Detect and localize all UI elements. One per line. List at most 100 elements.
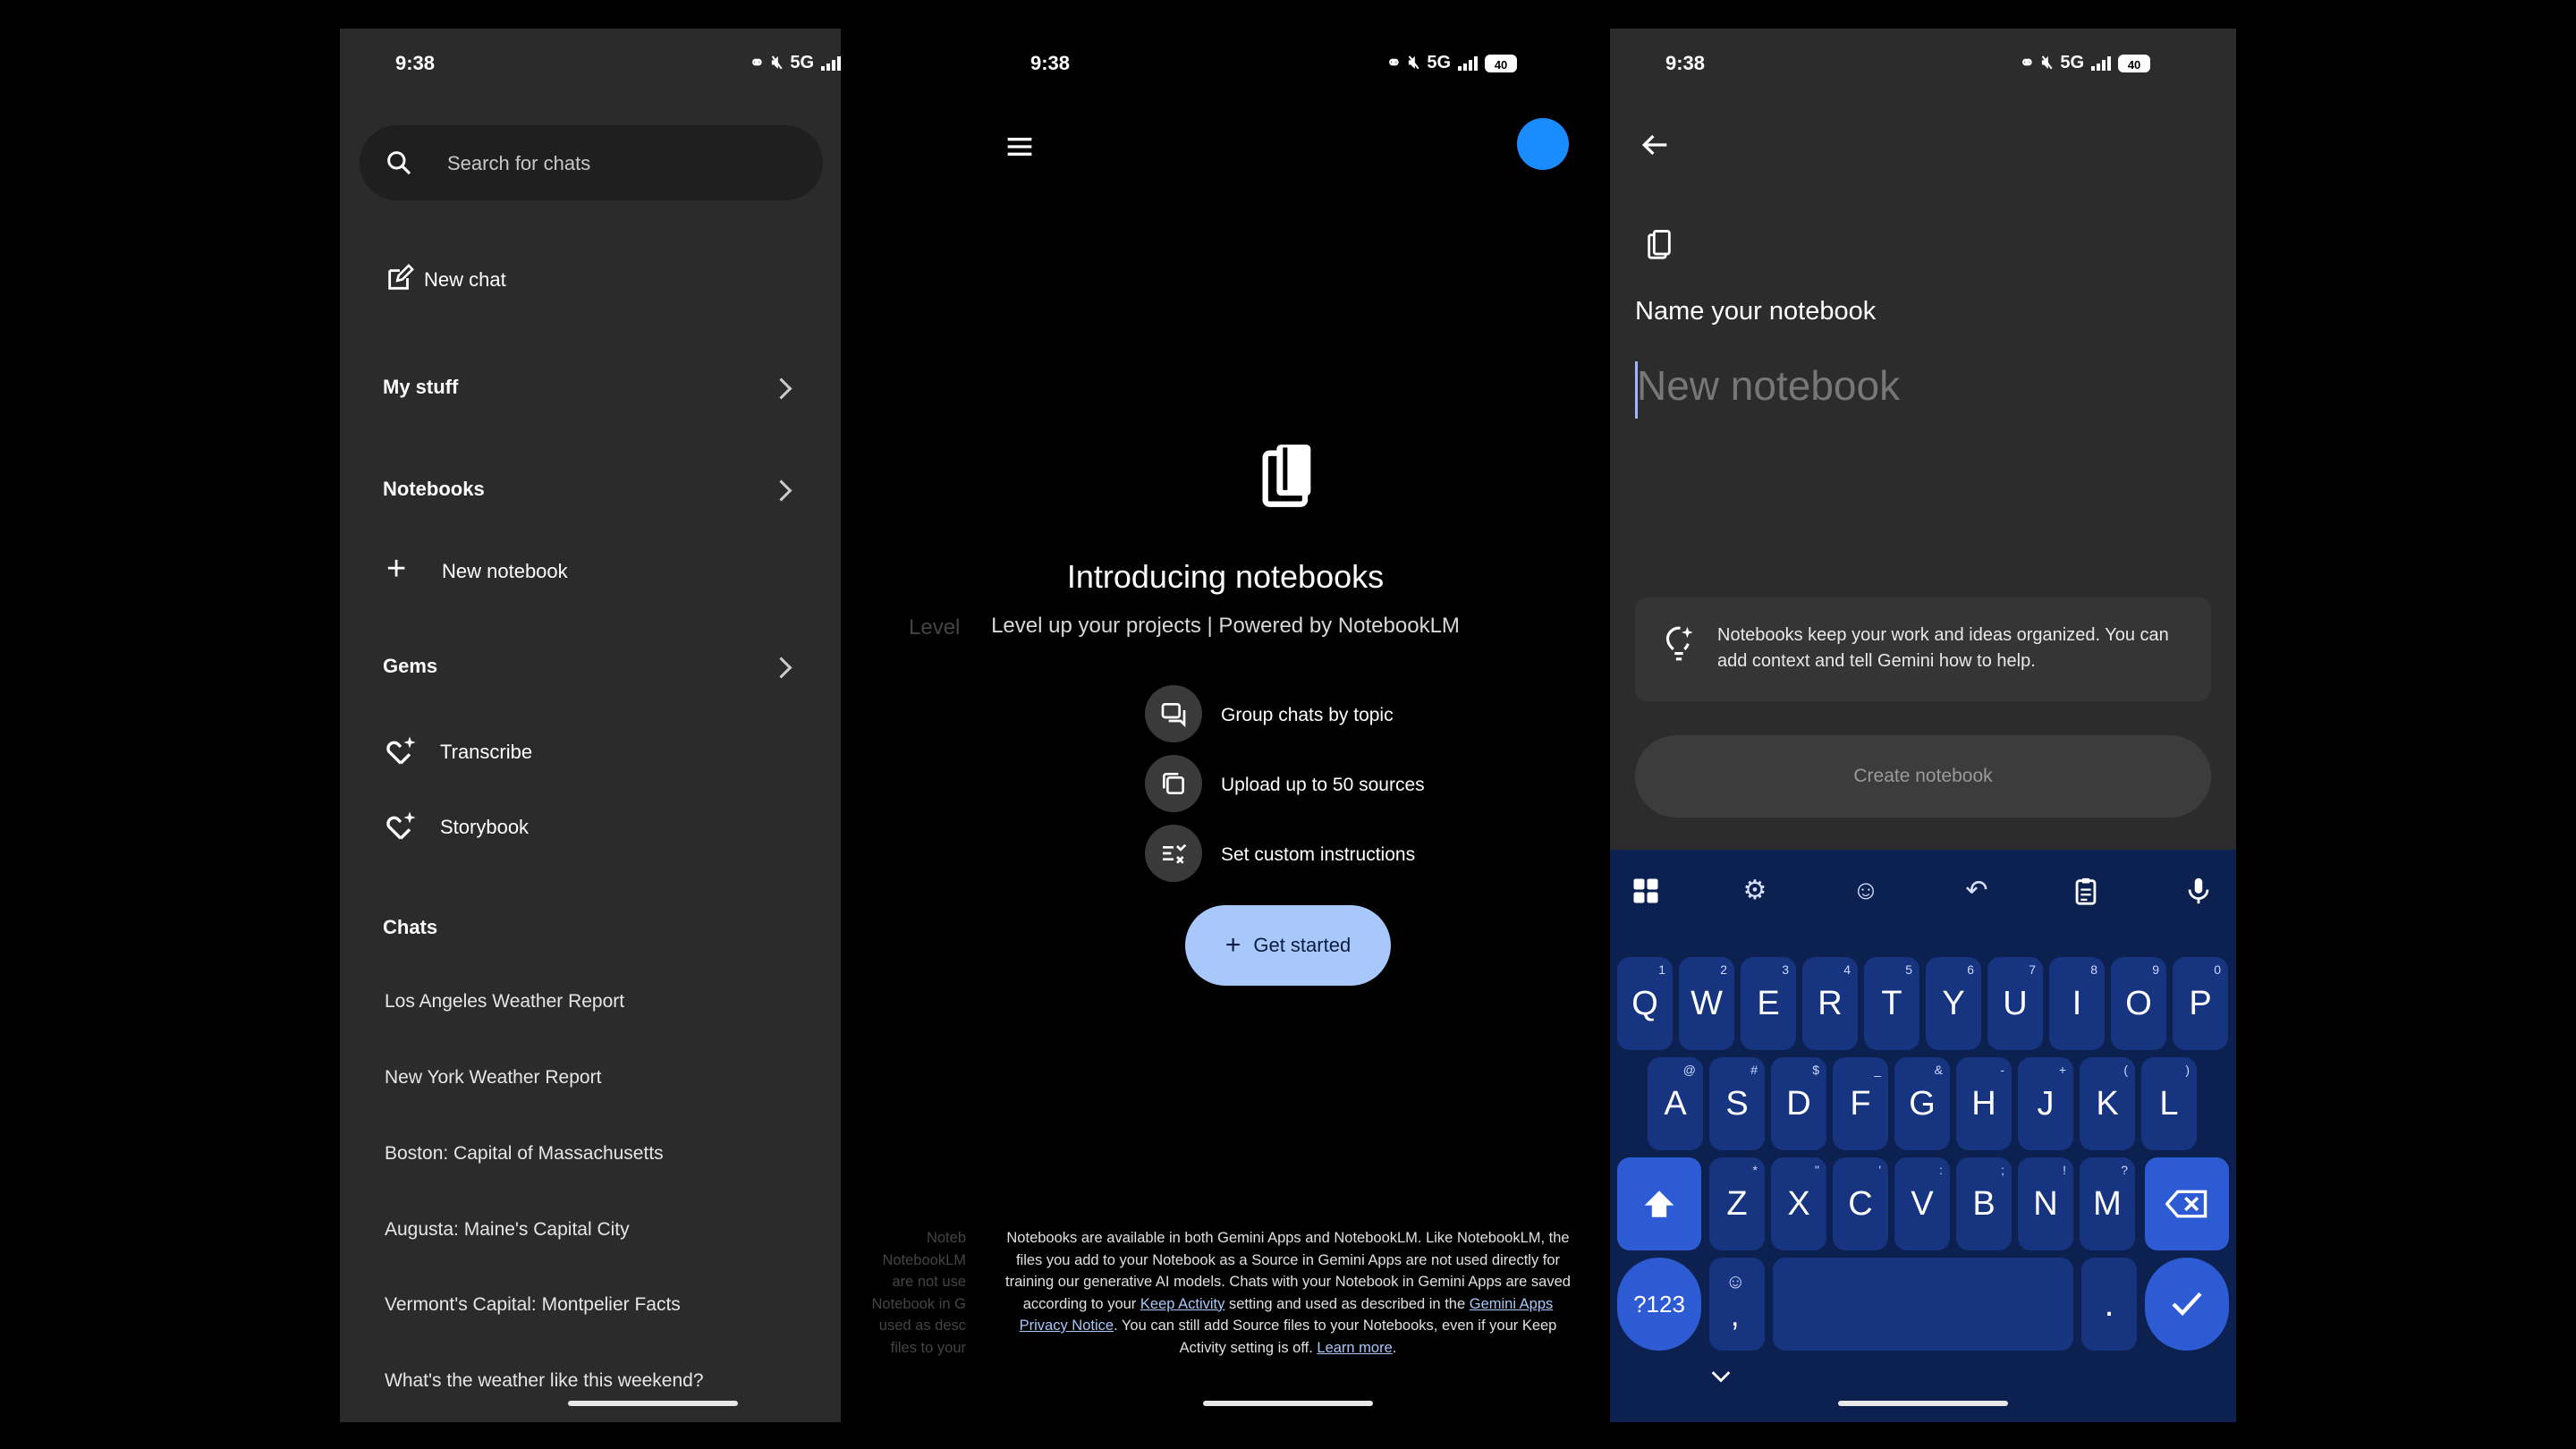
new-chat-label: New chat [424,268,506,291]
legal-notice: Notebooks are available in both Gemini A… [1005,1230,1571,1356]
key-i[interactable]: I8 [2049,957,2105,1050]
my-stuff-row[interactable]: My stuff [367,360,841,413]
signal-icon [2091,55,2112,71]
chat-list-item[interactable]: What's the weather like this weekend? [385,1370,704,1392]
key-m[interactable]: M? [2080,1157,2135,1250]
create-notebook-button[interactable]: Create notebook [1635,735,2211,818]
chat-list-item[interactable]: Boston: Capital of Massachusetts [385,1143,664,1165]
comma-key[interactable]: ☺ , [1709,1258,1765,1351]
gem-item-storybook[interactable]: Storybook [367,801,814,852]
key-u[interactable]: U7 [1987,957,2043,1050]
mute-icon: 🔇︎ [1408,53,1420,72]
name-notebook-screen: 9:38 ⚭ 🔇︎ 5G 40 Name your notebook New n… [1610,29,2236,1422]
gems-row[interactable]: Gems [367,639,841,692]
status-time: 9:38 [395,52,436,74]
key-c[interactable]: C ' [1833,1157,1888,1250]
key-p[interactable]: P0 [2173,957,2228,1050]
key-n[interactable]: N! [2018,1157,2073,1250]
chat-list-item[interactable]: Augusta: Maine's Capital City [385,1219,630,1241]
new-chat-button[interactable]: New chat [367,254,814,304]
chat-list-item[interactable]: Vermont's Capital: Montpelier Facts [385,1294,681,1316]
notebooks-row[interactable]: Notebooks [367,462,841,515]
notebook-name-input[interactable]: New notebook [1635,356,2207,428]
hamburger-icon [1007,138,1032,156]
upload-sources-icon [1145,755,1202,812]
get-started-button[interactable]: + Get started [1185,905,1391,986]
network-label: 5G [790,53,815,72]
key-t[interactable]: T5 [1864,957,1919,1050]
search-input[interactable]: Search for chats [360,125,823,200]
period-key[interactable]: . [2081,1258,2137,1351]
key-x[interactable]: X " [1771,1157,1826,1250]
enter-key[interactable] [2145,1258,2229,1351]
new-notebook-button[interactable]: + New notebook [367,546,814,596]
gem-heart-icon [386,736,416,765]
my-stuff-label: My stuff [383,376,459,398]
feature-label: Set custom instructions [1221,844,1416,865]
emoji-small-icon: ☺ [1725,1270,1746,1292]
menu-button[interactable] [1002,129,1038,165]
page-subtitle: Level up your projects | Powered by Note… [991,614,1460,638]
microphone-icon[interactable] [2182,875,2215,907]
search-icon [387,151,411,175]
key-a[interactable]: A @ [1648,1057,1703,1150]
info-text: Notebooks keep your work and ideas organ… [1717,625,2169,671]
emoji-icon[interactable]: ☺ [1850,875,1882,907]
key-l[interactable]: L) [2141,1057,2197,1150]
new-notebook-label: New notebook [442,560,568,582]
check-icon [2172,1292,2202,1317]
avatar[interactable] [1517,118,1569,170]
undo-icon[interactable]: ↶ [1961,875,1993,907]
gem-item-label: Transcribe [440,741,533,763]
edit-icon [388,264,414,290]
key-r[interactable]: R4 [1802,957,1858,1050]
page-title: Name your notebook [1635,297,1877,326]
battery-icon: 40 [2118,54,2151,72]
link-icon: ⚭ [1386,54,1402,73]
arrow-left-icon [1641,134,1667,156]
symbols-key[interactable]: ?123 [1617,1258,1701,1351]
key-o[interactable]: O9 [2111,957,2166,1050]
key-z[interactable]: Z * [1709,1157,1765,1250]
group-chats-icon [1145,685,1202,742]
back-button[interactable] [1637,127,1673,163]
clipboard-icon[interactable] [2070,875,2102,907]
chat-list-item[interactable]: Los Angeles Weather Report [385,991,624,1013]
learn-more-link[interactable]: Learn more [1317,1340,1392,1356]
battery-icon: 40 [1485,54,1518,72]
notebook-name-placeholder: New notebook [1637,362,1901,409]
notebooks-label: Notebooks [383,478,485,500]
shift-key[interactable] [1617,1157,1701,1250]
get-started-label: Get started [1253,934,1352,956]
key-q[interactable]: Q1 [1617,957,1673,1050]
backspace-key[interactable] [2145,1157,2229,1250]
gem-item-label: Storybook [440,816,530,838]
gem-item-transcribe[interactable]: Transcribe [367,726,814,776]
home-indicator [1203,1401,1373,1406]
status-icons: ⚭ 🔇︎ 5G 40 [2020,52,2151,74]
feature-label: Group chats by topic [1221,705,1394,725]
mute-icon: 🔇︎ [771,53,784,72]
apps-grid-icon[interactable] [1630,875,1662,907]
keep-activity-link[interactable]: Keep Activity [1140,1296,1224,1312]
home-indicator [1838,1401,2008,1406]
key-v[interactable]: V: [1894,1157,1950,1250]
network-label: 5G [1427,53,1452,72]
key-e[interactable]: E3 [1741,957,1796,1050]
search-placeholder: Search for chats [447,152,591,174]
status-time: 9:38 [1665,52,1706,74]
page-title: Introducing notebooks [1066,558,1385,595]
gems-label: Gems [383,655,438,677]
notebook-icon [1648,230,1671,259]
space-key[interactable] [1773,1258,2073,1351]
link-icon: ⚭ [2020,54,2035,73]
key-b[interactable]: B; [1956,1157,2012,1250]
gem-heart-icon [386,811,416,840]
chevron-right-icon [770,657,792,679]
home-indicator [568,1401,738,1406]
chat-list-item[interactable]: New York Weather Report [385,1067,601,1089]
shift-arrow-icon [1644,1191,1674,1217]
chevron-down-icon[interactable] [1708,1368,1733,1386]
gear-icon[interactable]: ⚙ [1739,875,1771,907]
network-label: 5G [2060,53,2085,72]
